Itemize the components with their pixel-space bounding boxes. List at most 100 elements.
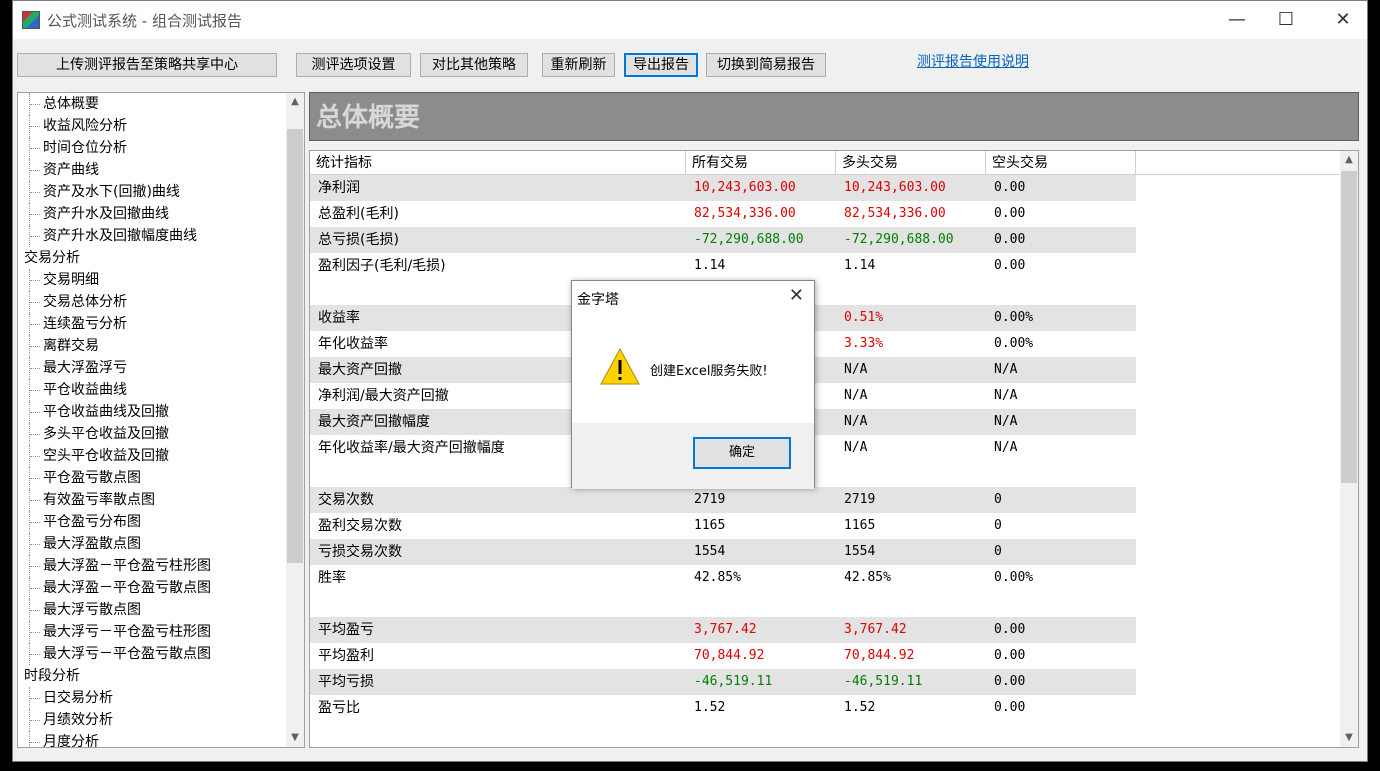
tree-group[interactable]: 交易分析 bbox=[18, 247, 288, 269]
cell-short-trades bbox=[986, 279, 994, 305]
dialog-ok-button[interactable]: 确定 bbox=[693, 437, 791, 469]
cell-short-trades: 0.00 bbox=[994, 232, 1026, 247]
scroll-up-icon[interactable]: ▲ bbox=[1340, 151, 1358, 169]
cell-metric: 平均盈利 bbox=[318, 648, 374, 664]
compare-strategies-button[interactable]: 对比其他策略 bbox=[420, 53, 528, 77]
cell-short-trades: 0.00% bbox=[994, 570, 1034, 585]
cell-long-trades: 3.33% bbox=[844, 336, 884, 351]
cell-long-trades: 1165 bbox=[844, 518, 876, 533]
cell-metric: 收益率 bbox=[318, 310, 360, 326]
table-row: 总亏损(毛损) -72,290,688.00 -72,290,688.00 0.00 bbox=[310, 227, 1136, 253]
scroll-down-icon[interactable]: ▼ bbox=[286, 729, 304, 747]
cell-long-trades: 42.85% bbox=[844, 570, 891, 585]
tree-item[interactable]: 收益风险分析 bbox=[18, 115, 288, 137]
cell-all-trades: -72,290,688.00 bbox=[694, 232, 804, 247]
cell-metric: 平均亏损 bbox=[318, 674, 374, 690]
tree-group[interactable]: 时段分析 bbox=[18, 665, 288, 687]
cell-long-trades bbox=[836, 279, 844, 305]
maximize-button[interactable]: ☐ bbox=[1275, 9, 1297, 31]
tree-item[interactable]: 资产及水下(回撤)曲线 bbox=[18, 181, 288, 203]
table-scrollbar[interactable]: ▲ ▼ bbox=[1340, 151, 1358, 747]
tree-item[interactable]: 空头平仓收益及回撤 bbox=[18, 445, 288, 467]
stats-table: 统计指标 所有交易 多头交易 空头交易 净利润 10,243,603.00 10,2… bbox=[309, 150, 1359, 748]
cell-metric: 年化收益率 bbox=[318, 336, 388, 352]
cell-all-trades: 1.14 bbox=[694, 258, 726, 273]
report-help-link[interactable]: 测评报告使用说明 bbox=[917, 51, 1029, 71]
tree-item[interactable]: 资产曲线 bbox=[18, 159, 288, 181]
dialog-footer: 确定 bbox=[572, 423, 814, 489]
scroll-up-icon[interactable]: ▲ bbox=[286, 93, 304, 111]
tree-item[interactable]: 最大浮亏散点图 bbox=[18, 599, 288, 621]
tree-item[interactable]: 交易明细 bbox=[18, 269, 288, 291]
cell-long-trades: 1554 bbox=[844, 544, 876, 559]
cell-long-trades: 2719 bbox=[844, 492, 876, 507]
tree-item[interactable]: 最大浮盈－平仓盈亏散点图 bbox=[18, 577, 288, 599]
tree-item[interactable]: 最大浮亏－平仓盈亏柱形图 bbox=[18, 621, 288, 643]
cell-long-trades bbox=[836, 461, 844, 487]
tree-item[interactable]: 交易总体分析 bbox=[18, 291, 288, 313]
cell-metric: 亏损交易次数 bbox=[318, 544, 402, 560]
cell-metric: 总亏损(毛损) bbox=[318, 232, 399, 248]
cell-all-trades: 3,767.42 bbox=[694, 622, 757, 637]
tree-item[interactable]: 最大浮亏－平仓盈亏散点图 bbox=[18, 643, 288, 665]
cell-short-trades: 0.00 bbox=[994, 206, 1026, 221]
export-report-button[interactable]: 导出报告 bbox=[624, 53, 698, 77]
close-button[interactable]: ✕ bbox=[1332, 9, 1354, 31]
cell-short-trades bbox=[986, 461, 994, 487]
table-row: 盈利交易次数 1165 1165 0 bbox=[310, 513, 1136, 539]
test-options-button[interactable]: 测评选项设置 bbox=[296, 53, 411, 77]
cell-metric: 总盈利(毛利) bbox=[318, 206, 399, 222]
cell-all-trades: 1.52 bbox=[694, 700, 726, 715]
table-row: 盈亏比 1.52 1.52 0.00 bbox=[310, 695, 1136, 721]
scroll-down-icon[interactable]: ▼ bbox=[1340, 729, 1358, 747]
table-row: 亏损交易次数 1554 1554 0 bbox=[310, 539, 1136, 565]
tree-item[interactable]: 资产升水及回撤曲线 bbox=[18, 203, 288, 225]
cell-short-trades: 0.00% bbox=[994, 336, 1034, 351]
cell-short-trades: N/A bbox=[994, 440, 1018, 455]
upload-report-button[interactable]: 上传测评报告至策略共享中心 bbox=[17, 53, 277, 77]
tree-item[interactable]: 月绩效分析 bbox=[18, 709, 288, 731]
minimize-button[interactable]: — bbox=[1226, 9, 1248, 31]
scroll-thumb[interactable] bbox=[1341, 171, 1357, 483]
tree-item[interactable]: 平仓收益曲线 bbox=[18, 379, 288, 401]
cell-short-trades: 0.00 bbox=[994, 648, 1026, 663]
cell-all-trades: 82,534,336.00 bbox=[694, 206, 796, 221]
cell-short-trades: N/A bbox=[994, 414, 1018, 429]
tree-item[interactable]: 平仓收益曲线及回撤 bbox=[18, 401, 288, 423]
tree-item[interactable]: 离群交易 bbox=[18, 335, 288, 357]
scroll-thumb[interactable] bbox=[287, 129, 303, 563]
tree-item[interactable]: 有效盈亏率散点图 bbox=[18, 489, 288, 511]
table-row: 净利润 10,243,603.00 10,243,603.00 0.00 bbox=[310, 175, 1136, 201]
tree-item[interactable]: 连续盈亏分析 bbox=[18, 313, 288, 335]
background-strip bbox=[1368, 0, 1380, 771]
tree-scrollbar[interactable]: ▲ ▼ bbox=[286, 93, 304, 747]
table-row: 交易次数 2719 2719 0 bbox=[310, 487, 1136, 513]
tree-item[interactable]: 总体概要 bbox=[18, 93, 288, 115]
tree-item[interactable]: 日交易分析 bbox=[18, 687, 288, 709]
tree-item[interactable]: 平仓盈亏散点图 bbox=[18, 467, 288, 489]
cell-short-trades: 0 bbox=[994, 492, 1002, 507]
refresh-button[interactable]: 重新刷新 bbox=[542, 53, 615, 77]
tree-item[interactable]: 资产升水及回撤幅度曲线 bbox=[18, 225, 288, 247]
tree-item[interactable]: 时间仓位分析 bbox=[18, 137, 288, 159]
tree-item[interactable]: 最大浮盈散点图 bbox=[18, 533, 288, 555]
cell-long-trades bbox=[836, 591, 844, 617]
switch-simple-report-button[interactable]: 切换到简易报告 bbox=[706, 53, 826, 77]
cell-long-trades: 70,844.92 bbox=[844, 648, 915, 663]
tree-item[interactable]: 平仓盈亏分布图 bbox=[18, 511, 288, 533]
cell-short-trades: 0.00 bbox=[994, 700, 1026, 715]
cell-short-trades: 0.00% bbox=[994, 310, 1034, 325]
header-short-trades: 空头交易 bbox=[986, 151, 1136, 175]
tree-item[interactable]: 多头平仓收益及回撤 bbox=[18, 423, 288, 445]
table-row bbox=[310, 591, 1136, 617]
cell-long-trades: 1.14 bbox=[844, 258, 876, 273]
table-row: 盈利因子(毛利/毛损) 1.14 1.14 0.00 bbox=[310, 253, 1136, 279]
tree-item[interactable]: 月度分析 bbox=[18, 731, 288, 747]
cell-metric bbox=[310, 279, 318, 305]
tree-item[interactable]: 最大浮盈－平仓盈亏柱形图 bbox=[18, 555, 288, 577]
tree-item[interactable]: 最大浮盈浮亏 bbox=[18, 357, 288, 379]
cell-metric bbox=[310, 591, 318, 617]
dialog-close-button[interactable]: ✕ bbox=[789, 285, 804, 306]
cell-all-trades bbox=[686, 591, 694, 617]
header-filler bbox=[1136, 151, 1340, 175]
